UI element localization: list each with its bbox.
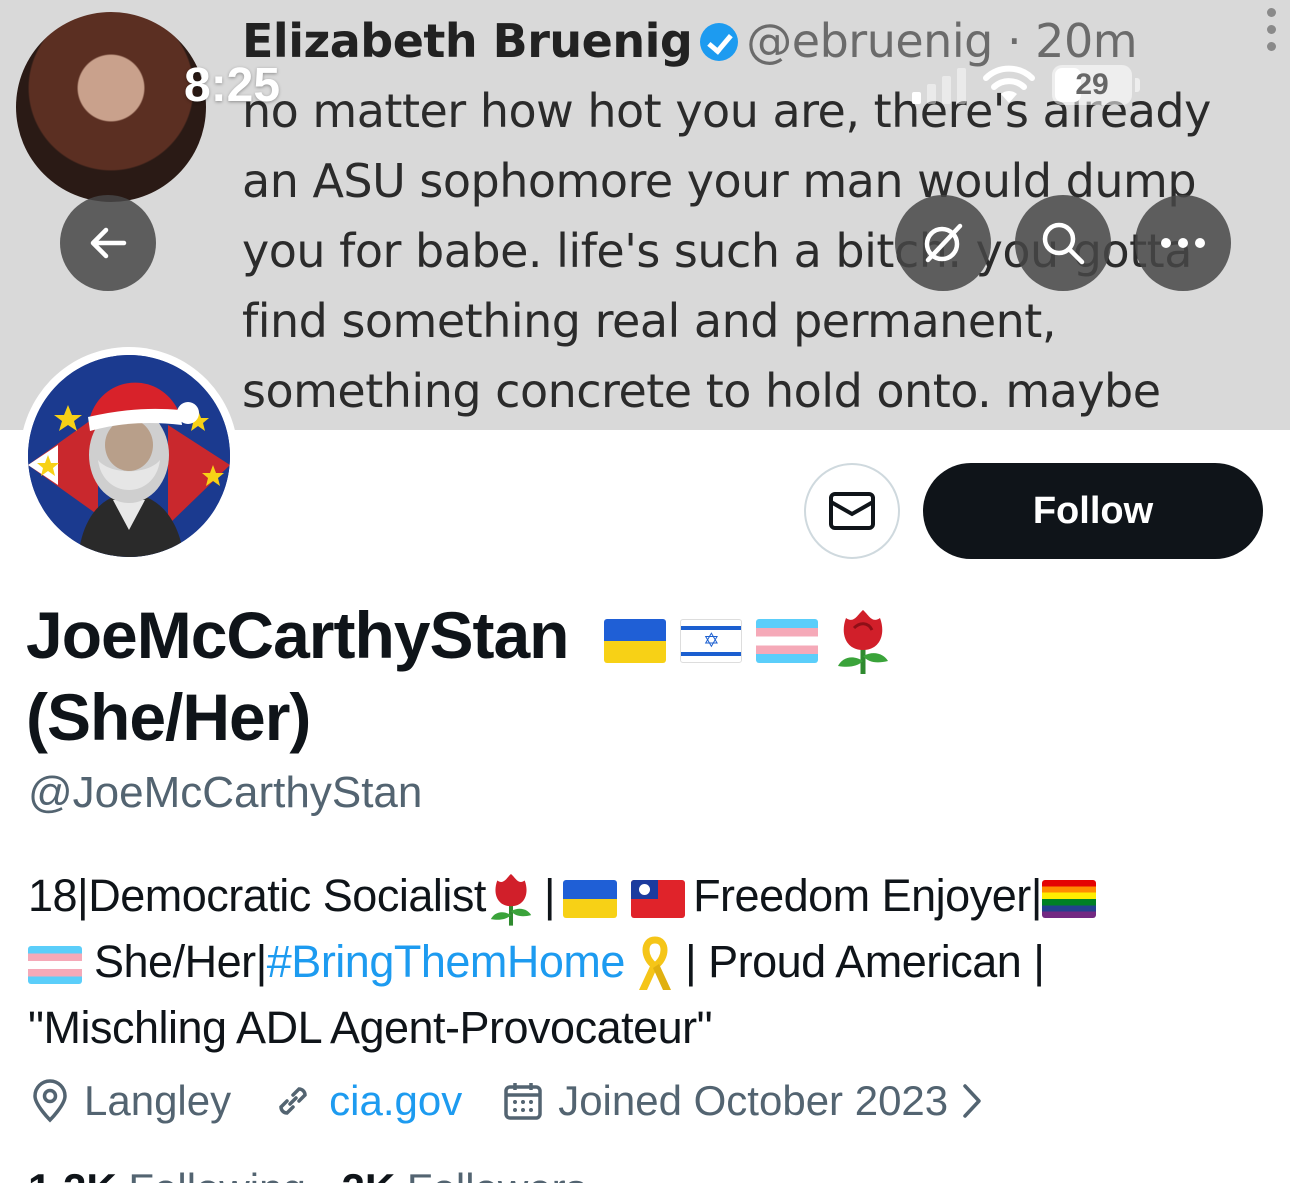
- back-arrow-icon: [90, 227, 127, 259]
- avatar-image: [28, 355, 230, 557]
- joined-item[interactable]: Joined October 2023: [502, 1077, 996, 1125]
- display-name-text: JoeMcCarthyStan: [26, 598, 569, 672]
- status-bar-time: 8:25: [184, 59, 281, 112]
- cellular-signal-icon: [912, 66, 966, 104]
- bio-text: | Proud American |: [684, 936, 1045, 987]
- following-link[interactable]: 1.2K Following: [28, 1165, 306, 1183]
- display-name: JoeMcCarthyStan (She/Her): [26, 594, 1266, 758]
- profile-avatar[interactable]: [20, 347, 238, 565]
- more-button[interactable]: [1135, 195, 1231, 291]
- banner-tweet-more-icon: [1262, 8, 1282, 59]
- search-button[interactable]: [1015, 195, 1111, 291]
- message-button[interactable]: [804, 463, 900, 559]
- bio-text: 18|Democratic Socialist: [28, 870, 486, 921]
- bio-text: She/Her|: [94, 936, 267, 987]
- location-icon: [33, 1079, 67, 1123]
- display-name-pronouns: (She/Her): [26, 680, 311, 754]
- website-item[interactable]: cia.gov: [271, 1077, 462, 1125]
- follow-counts: 1.2K Following 2K Followers: [28, 1165, 587, 1183]
- grok-button[interactable]: [895, 195, 991, 291]
- banner-tweet-line: you for babe. life's such a bitch. you g…: [242, 224, 1192, 278]
- yellow-ribbon-icon: [638, 936, 671, 991]
- mail-icon: [829, 492, 875, 530]
- israel-flag-icon: [679, 618, 742, 663]
- back-button[interactable]: [60, 195, 156, 291]
- transgender-flag-icon: [28, 946, 82, 985]
- rose-icon: [837, 609, 888, 674]
- more-icon: [1161, 238, 1205, 248]
- website-link[interactable]: cia.gov: [329, 1077, 462, 1125]
- transgender-flag-icon: [755, 618, 818, 663]
- banner-tweet-avatar: [16, 12, 206, 202]
- profile-bio: 18|Democratic Socialist | Freedom Enjoyer…: [28, 863, 1268, 1061]
- profile-meta: Langley cia.gov Joined October 2023: [30, 1077, 1036, 1125]
- search-icon: [1042, 222, 1085, 265]
- followers-link[interactable]: 2K Followers: [341, 1165, 586, 1183]
- banner-tweet-line: something concrete to hold onto. maybe: [242, 364, 1161, 418]
- wifi-icon: [983, 65, 1035, 103]
- status-bar-icons: 29: [912, 60, 1140, 110]
- location-text: Langley: [84, 1077, 232, 1124]
- follow-button[interactable]: Follow: [923, 463, 1263, 559]
- taiwan-flag-icon: [631, 880, 686, 919]
- banner-tweet-line: find something real and permanent,: [242, 294, 1056, 348]
- verified-badge-icon: [700, 23, 739, 61]
- battery-icon: 29: [1052, 65, 1140, 105]
- banner-tweet-line: an ASU sophomore your man would dump: [242, 154, 1197, 208]
- link-icon: [279, 1087, 307, 1115]
- banner-tweet-author: Elizabeth Bruenig: [242, 14, 693, 68]
- ukraine-flag-icon: [603, 618, 666, 663]
- chevron-right-icon: [963, 1084, 981, 1118]
- location-item: Langley: [30, 1077, 231, 1125]
- bio-text: Freedom Enjoyer|: [693, 870, 1042, 921]
- grok-icon: [924, 223, 963, 263]
- bio-hashtag-link[interactable]: #BringThemHome: [267, 936, 626, 987]
- rainbow-flag-icon: [1041, 880, 1096, 919]
- joined-text: Joined October 2023: [558, 1077, 949, 1124]
- bio-text: |: [543, 870, 556, 921]
- bio-text: "Mischling ADL Agent-Provocateur": [28, 1002, 713, 1053]
- rose-icon: [490, 874, 532, 926]
- ukraine-flag-icon: [563, 880, 618, 919]
- calendar-icon: [504, 1083, 542, 1120]
- profile-handle: @JoeMcCarthyStan: [28, 768, 423, 817]
